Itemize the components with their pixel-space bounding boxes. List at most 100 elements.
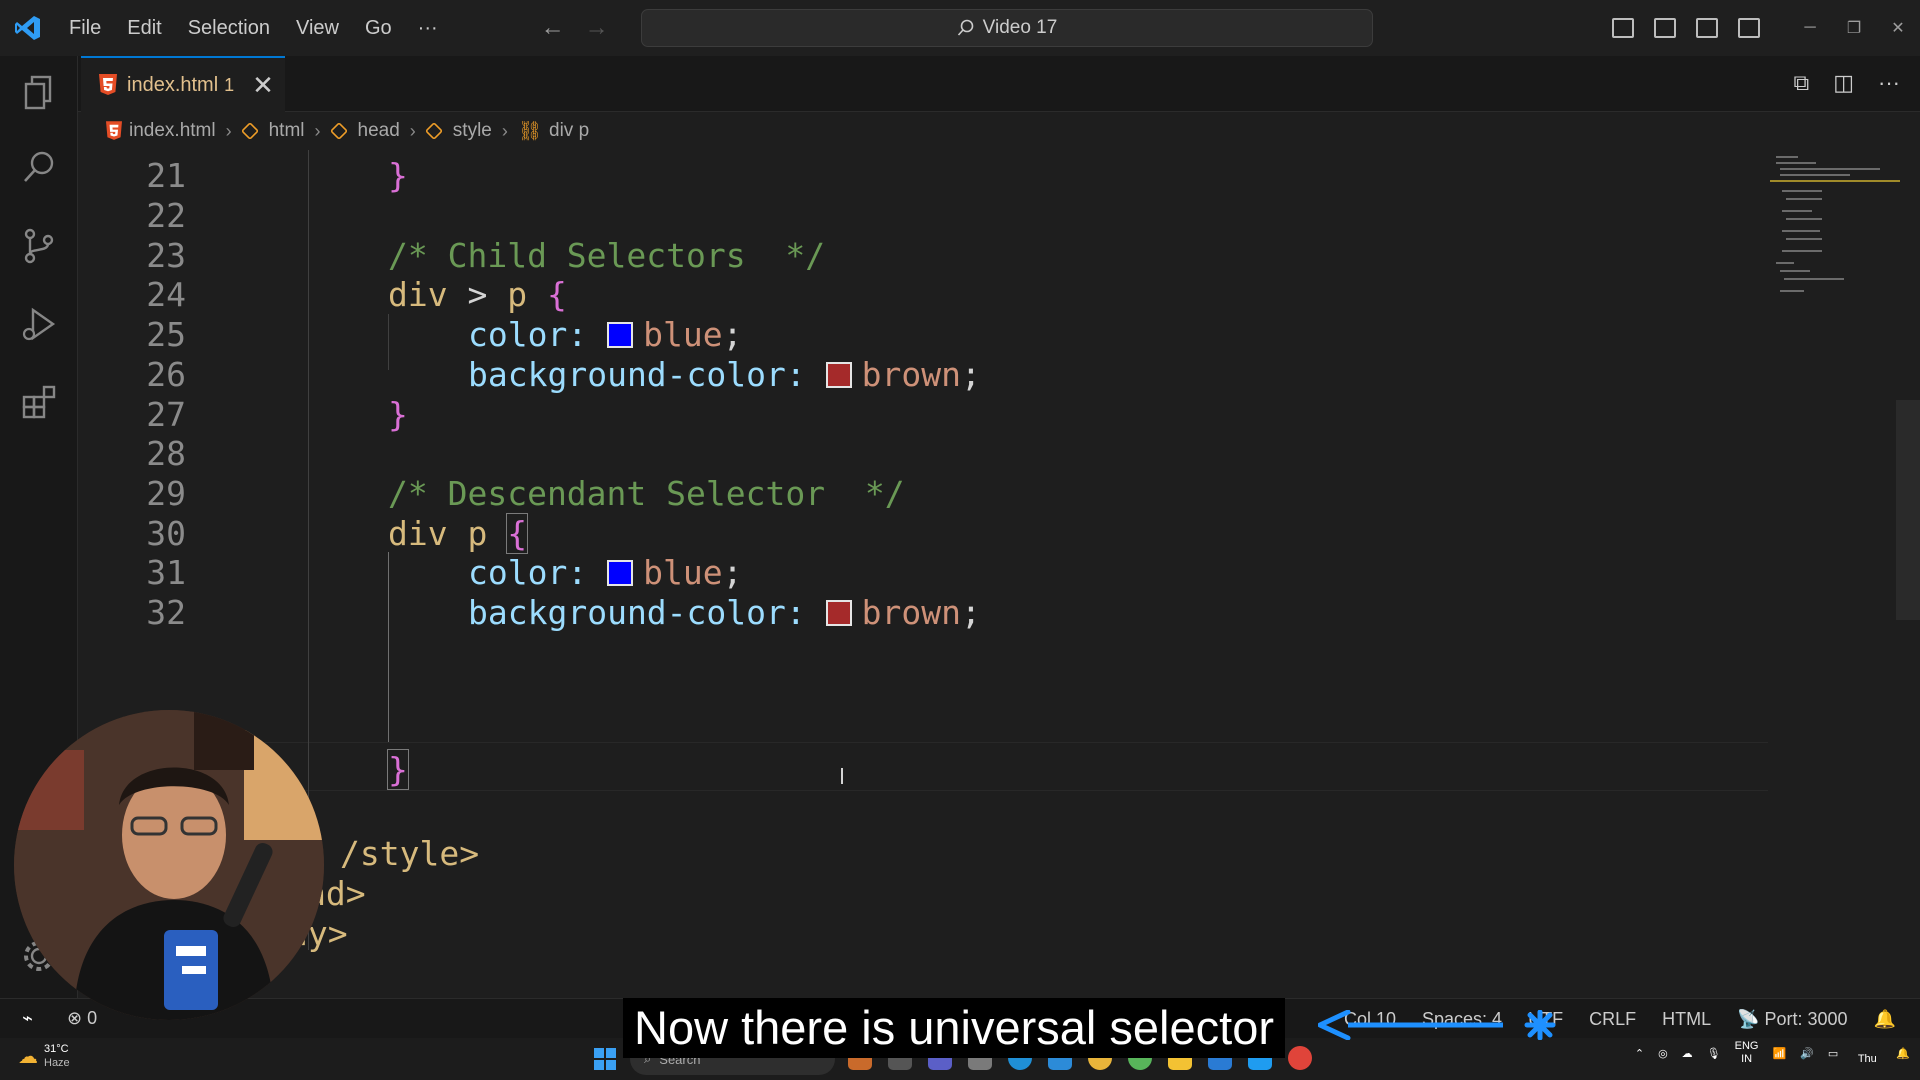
minimap-highlight [1770,180,1900,182]
current-line-highlight [78,742,1768,791]
customize-layout-icon[interactable] [1738,18,1760,38]
minimap-line [1780,270,1810,272]
element-cube-icon [240,121,259,141]
code-line-26: background-color: brown; [468,355,981,394]
property-token: color: [468,553,588,592]
code-line-27: } [388,395,408,434]
menu-edit[interactable]: Edit [114,0,174,56]
tray-chevron-up-icon[interactable]: ⌃ [1635,1047,1644,1060]
restore-icon[interactable]: ❐ [1832,18,1876,38]
color-swatch-blue[interactable] [607,322,634,348]
line-number: 24 [146,275,186,314]
problems-indicator[interactable]: ⊗ 0 [67,1008,97,1029]
volume-icon[interactable]: 🔊 [1800,1047,1814,1060]
extensions-icon[interactable] [19,382,59,422]
language-mode[interactable]: HTML [1662,1009,1711,1030]
line-number: 32 [146,593,186,632]
chevron-right-icon: › [501,120,508,141]
semicolon-token: ; [722,553,743,592]
toggle-secondary-sidebar-icon[interactable] [1696,18,1718,38]
minimize-icon[interactable]: ─ [1788,19,1832,37]
open-preview-icon[interactable]: ⧉ [1794,70,1810,96]
notification-icon[interactable]: 🔔 [1896,1047,1910,1060]
minimap-line [1782,210,1812,212]
line-number: 31 [146,553,186,592]
text-cursor-icon [841,768,843,784]
split-editor-icon[interactable]: ◫ [1833,70,1854,96]
color-swatch-brown[interactable] [825,600,852,626]
live-server-port[interactable]: 📡 Port: 3000 [1737,1009,1847,1030]
brace-token: { [546,275,567,314]
line-number: 25 [146,315,186,354]
onedrive-icon[interactable]: ☁ [1682,1047,1693,1060]
breadcrumb-file[interactable]: index.html [129,120,216,142]
html5-icon [99,74,117,95]
line-number: 22 [146,196,186,235]
minimap-line [1780,290,1804,292]
remote-indicator-icon[interactable]: ⌁ [0,999,55,1039]
more-actions-icon[interactable]: ··· [1878,70,1900,96]
microphone-icon[interactable]: 🎙 [1707,1047,1721,1060]
search-view-icon[interactable] [19,148,59,188]
vscode-logo-icon [0,0,56,56]
command-center-label: Video 17 [982,17,1058,38]
minimap[interactable] [1770,150,1900,310]
weather-description: Haze [44,1057,70,1069]
toggle-panel-icon[interactable] [1654,18,1676,38]
close-tab-icon[interactable]: ✕ [252,72,274,98]
weather-widget[interactable]: ☁ 31°C Haze [18,1042,70,1070]
menu-selection[interactable]: Selection [175,0,283,56]
tab-index-html[interactable]: index.html 1 ✕ [81,56,285,112]
webcam-overlay [14,710,324,1020]
toggle-primary-sidebar-icon[interactable] [1612,18,1634,38]
clock-day: Thu [1857,1053,1877,1065]
element-cube-icon [329,121,348,141]
title-controls: ─ ❐ ✕ [1602,0,1920,56]
clock[interactable]: Thu [1852,1040,1882,1066]
breadcrumb-html[interactable]: html [269,120,305,142]
code-editor[interactable]: 21 22 23 24 25 26 27 28 29 30 31 32 } /*… [78,150,1920,998]
color-swatch-blue[interactable] [607,560,634,586]
chrome-icon[interactable] [1288,1046,1312,1070]
run-debug-icon[interactable] [19,304,59,344]
breadcrumb-div-p[interactable]: div p [549,120,589,142]
menu-go[interactable]: Go [352,0,405,56]
command-center[interactable]: Video 17 [641,9,1373,47]
selector-token: p [507,275,528,314]
minimap-line [1782,250,1822,252]
menu-more[interactable]: ··· [405,0,451,56]
code-line-24: div > p { [388,275,567,314]
source-control-icon[interactable] [19,226,59,266]
vertical-scrollbar[interactable] [1896,400,1920,620]
line-number: 23 [146,236,186,275]
clock-time [1852,1040,1882,1053]
wifi-icon[interactable]: 📶 [1772,1047,1786,1060]
chevron-right-icon: › [409,120,416,141]
color-swatch-brown[interactable] [825,362,852,388]
menu-file[interactable]: File [56,0,114,56]
notifications-bell-icon[interactable]: 🔔 [1874,1009,1896,1030]
forward-arrow-icon[interactable]: → [585,14,609,42]
minimap-line [1782,230,1820,232]
windows-start-icon[interactable] [594,1048,616,1070]
explorer-icon[interactable] [19,72,59,112]
error-count: 0 [87,1008,98,1028]
value-token: brown [861,355,961,394]
tab-label: index.html [127,73,219,96]
annotation-arrow-icon [1318,1010,1556,1040]
menu-view[interactable]: View [283,0,352,56]
close-window-icon[interactable]: ✕ [1876,18,1920,38]
tray-app-icon[interactable]: ◎ [1658,1047,1668,1060]
battery-icon[interactable]: ▭ [1828,1047,1838,1060]
weather-haze-icon: ☁ [18,1045,38,1068]
region-code: IN [1741,1053,1753,1065]
end-of-line[interactable]: CRLF [1589,1009,1636,1030]
brace-token: } [388,156,408,195]
breadcrumb-head[interactable]: head [358,120,400,142]
code-line-25: color: blue; [468,315,742,354]
breadcrumb-style[interactable]: style [453,120,492,142]
minimap-line [1786,218,1822,220]
language-indicator[interactable]: ENG IN [1735,1040,1759,1066]
port-label: Port: 3000 [1764,1008,1848,1029]
back-arrow-icon[interactable]: ← [541,14,565,42]
